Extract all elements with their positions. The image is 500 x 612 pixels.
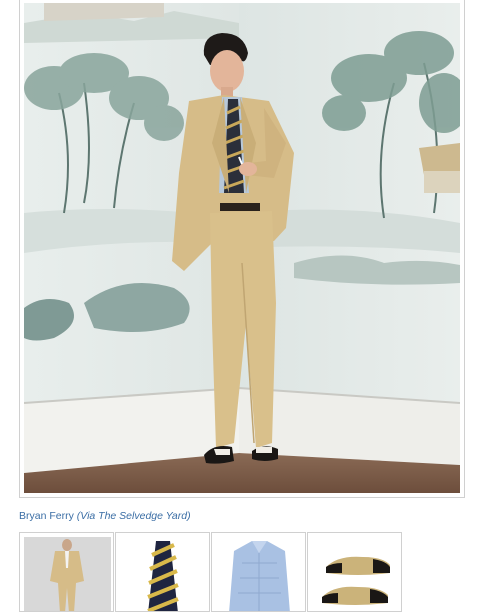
wingtip-shoes-icon (322, 556, 390, 605)
blue-shirt-icon (229, 541, 290, 611)
product-thumbnail-row (19, 532, 403, 612)
striped-tie-icon (147, 541, 179, 611)
thumbnail-shirt[interactable] (211, 532, 306, 612)
caption-source-link[interactable]: (Via The Selvedge Yard) (77, 510, 191, 522)
main-photo[interactable] (19, 0, 465, 498)
photo-caption: Bryan Ferry (Via The Selvedge Yard) (19, 510, 191, 522)
caption-name: Bryan Ferry (19, 510, 74, 522)
thumbnail-shoes[interactable] (307, 532, 402, 612)
thumbnail-tie[interactable] (115, 532, 210, 612)
thumbnail-suit[interactable] (19, 532, 114, 612)
bryan-ferry-photo (24, 3, 460, 493)
suit-icon (24, 537, 111, 611)
